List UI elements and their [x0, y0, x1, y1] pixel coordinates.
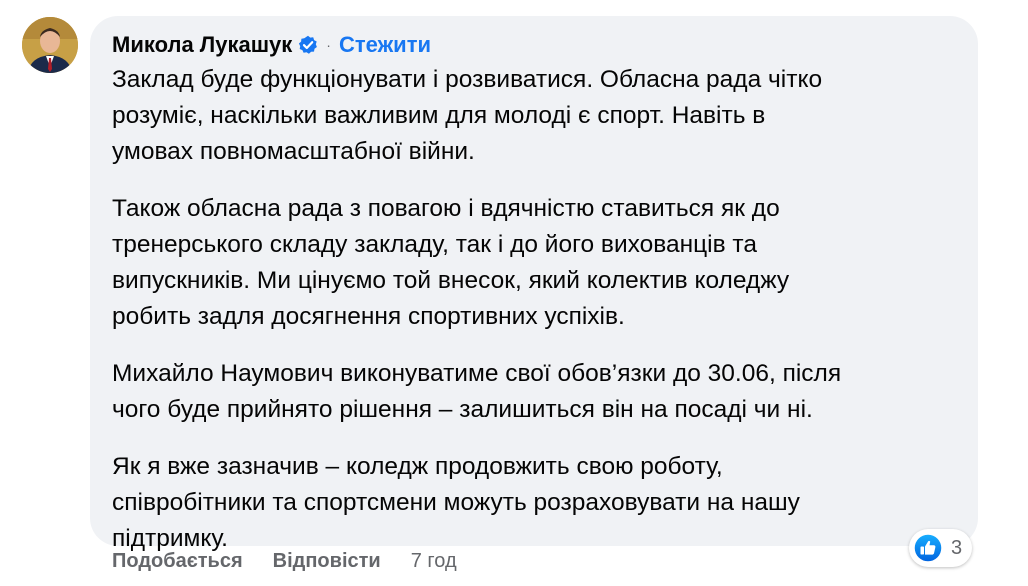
reply-button[interactable]: Відповісти	[273, 550, 381, 573]
reaction-count: 3	[951, 536, 963, 559]
comment-paragraph: Як я вже зазначив – коледж продовжить св…	[112, 449, 962, 557]
comment-line: Також обласна рада з повагою і вдячністю…	[112, 195, 780, 222]
comment-line: Михайло Наумович виконуватиме свої обов’…	[112, 360, 842, 387]
follow-button[interactable]: Стежити	[339, 32, 431, 58]
comment-actions: Подобається Відповісти 7 год	[112, 548, 457, 574]
comment-line: Заклад буде функціонувати і розвиватися.…	[112, 66, 823, 93]
verified-badge-icon	[299, 35, 318, 54]
reactions-summary[interactable]: 3	[909, 529, 973, 567]
comment-paragraph: Заклад буде функціонувати і розвиватися.…	[112, 62, 962, 170]
comment-header: Микола Лукашук · Стежити	[112, 30, 431, 60]
comment-body: Заклад буде функціонувати і розвиватися.…	[112, 62, 962, 578]
comment-line: робить задля досягнення спортивних успіх…	[112, 303, 625, 330]
comment-timestamp[interactable]: 7 год	[411, 550, 457, 573]
comment-paragraph: Михайло Наумович виконуватиме свої обов’…	[112, 356, 962, 428]
comment-bubble: Микола Лукашук · Стежити Заклад буде фун…	[90, 16, 978, 552]
like-reaction-icon	[913, 533, 943, 563]
avatar-image	[22, 17, 78, 73]
author-avatar[interactable]	[22, 17, 78, 73]
comment-line: співробітники та спортсмени можуть розра…	[112, 489, 800, 516]
comment-line: випускників. Ми цінуємо той внесок, який…	[112, 267, 790, 294]
like-button[interactable]: Подобається	[112, 550, 243, 573]
header-separator: ·	[326, 37, 331, 53]
author-name[interactable]: Микола Лукашук	[112, 32, 292, 58]
comment-line: тренерського складу закладу, так і до йо…	[112, 231, 758, 258]
comment-line: розуміє, наскільки важливим для молоді є…	[112, 102, 766, 129]
comment-paragraph: Також обласна рада з повагою і вдячністю…	[112, 191, 962, 335]
comment-line: Як я вже зазначив – коледж продовжить св…	[112, 453, 723, 480]
comment-line: умовах повномасштабної війни.	[112, 138, 475, 165]
comment-line: чого буде прийнято рішення – залишиться …	[112, 396, 813, 423]
